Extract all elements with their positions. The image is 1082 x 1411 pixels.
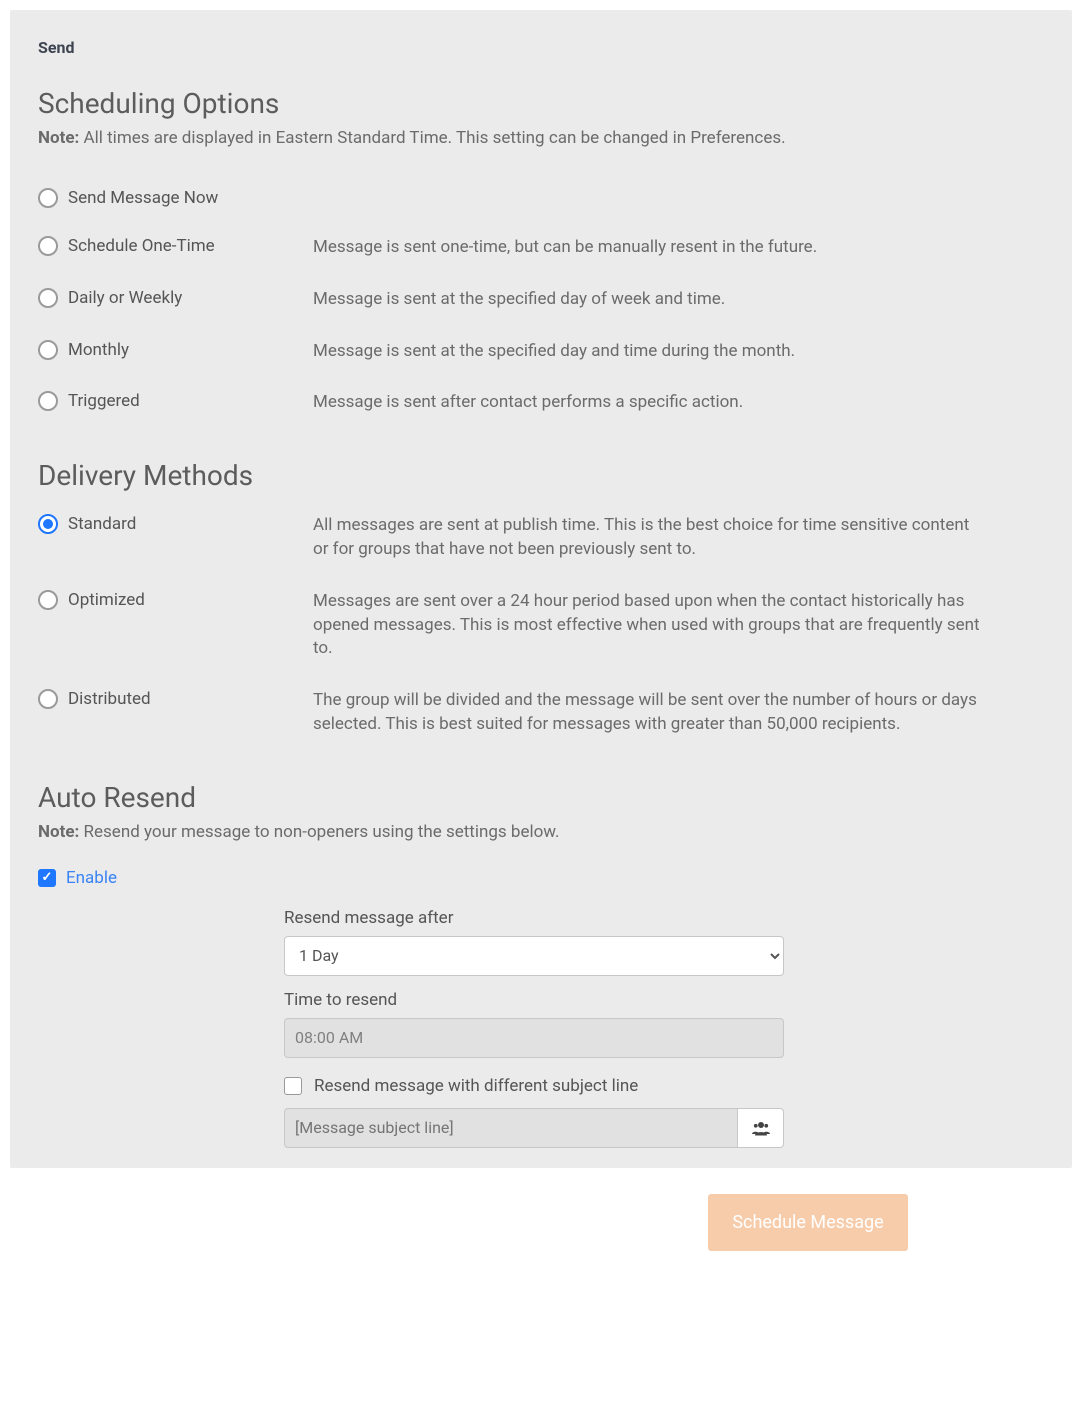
radio-label: Triggered bbox=[68, 391, 140, 411]
radio-label: Optimized bbox=[68, 590, 145, 610]
diff-subject-row: Resend message with different subject li… bbox=[284, 1076, 784, 1096]
time-to-resend-label: Time to resend bbox=[284, 990, 784, 1010]
radio-label: Daily or Weekly bbox=[68, 288, 182, 308]
option-distributed: Distributed The group will be divided an… bbox=[38, 675, 1044, 751]
option-desc: Messages are sent over a 24 hour period … bbox=[313, 590, 1044, 661]
enable-checkbox[interactable]: ✓ bbox=[38, 869, 56, 887]
option-triggered: Triggered Message is sent after contact … bbox=[38, 377, 1044, 429]
enable-label: Enable bbox=[66, 868, 117, 888]
send-panel: Send Scheduling Options Note: All times … bbox=[10, 10, 1072, 1168]
enable-row: ✓ Enable bbox=[38, 868, 1044, 888]
time-to-resend-input[interactable] bbox=[284, 1018, 784, 1058]
resend-after-label: Resend message after bbox=[284, 908, 784, 928]
option-daily: Daily or Weekly Message is sent at the s… bbox=[38, 274, 1044, 326]
delivery-heading: Delivery Methods bbox=[38, 459, 1044, 492]
radio-distributed[interactable] bbox=[38, 689, 58, 709]
radio-label: Schedule One-Time bbox=[68, 236, 215, 256]
radio-daily[interactable] bbox=[38, 288, 58, 308]
schedule-message-button[interactable]: Schedule Message bbox=[708, 1194, 908, 1251]
option-desc: Message is sent one-time, but can be man… bbox=[313, 236, 1044, 260]
note-text: All times are displayed in Eastern Stand… bbox=[79, 128, 785, 148]
auto-resend-heading: Auto Resend bbox=[38, 781, 1044, 814]
resend-after-select[interactable]: 1 Day bbox=[284, 936, 784, 976]
radio-label: Monthly bbox=[68, 340, 129, 360]
option-desc: Message is sent at the specified day of … bbox=[313, 288, 1044, 312]
note-prefix: Note: bbox=[38, 822, 79, 842]
radio-monthly[interactable] bbox=[38, 340, 58, 360]
radio-label: Distributed bbox=[68, 689, 151, 709]
auto-resend-note: Note: Resend your message to non-openers… bbox=[38, 822, 1044, 842]
subject-input[interactable] bbox=[284, 1108, 738, 1148]
radio-label: Standard bbox=[68, 514, 136, 534]
diff-subject-label: Resend message with different subject li… bbox=[314, 1076, 638, 1096]
footer: Schedule Message bbox=[0, 1178, 1082, 1259]
option-one-time: Schedule One-Time Message is sent one-ti… bbox=[38, 222, 1044, 274]
option-desc: Message is sent at the specified day and… bbox=[313, 340, 1044, 364]
personalize-button[interactable] bbox=[738, 1108, 784, 1148]
scheduling-heading: Scheduling Options bbox=[38, 87, 1044, 120]
note-prefix: Note: bbox=[38, 128, 79, 148]
section-label: Send bbox=[38, 38, 1044, 57]
option-optimized: Optimized Messages are sent over a 24 ho… bbox=[38, 576, 1044, 675]
note-text: Resend your message to non-openers using… bbox=[79, 822, 559, 842]
option-desc: The group will be divided and the messag… bbox=[313, 689, 1044, 737]
radio-triggered[interactable] bbox=[38, 391, 58, 411]
diff-subject-checkbox[interactable] bbox=[284, 1077, 302, 1095]
resend-block: Resend message after 1 Day Time to resen… bbox=[284, 908, 784, 1148]
scheduling-note: Note: All times are displayed in Eastern… bbox=[38, 128, 1044, 148]
option-desc: All messages are sent at publish time. T… bbox=[313, 514, 1044, 562]
people-icon bbox=[752, 1120, 770, 1136]
option-desc: Message is sent after contact performs a… bbox=[313, 391, 1044, 415]
radio-send-now[interactable] bbox=[38, 188, 58, 208]
radio-optimized[interactable] bbox=[38, 590, 58, 610]
radio-standard[interactable] bbox=[38, 514, 58, 534]
option-standard: Standard All messages are sent at publis… bbox=[38, 500, 1044, 576]
radio-one-time[interactable] bbox=[38, 236, 58, 256]
option-monthly: Monthly Message is sent at the specified… bbox=[38, 326, 1044, 378]
radio-label: Send Message Now bbox=[68, 188, 218, 208]
subject-row bbox=[284, 1108, 784, 1148]
option-send-now: Send Message Now bbox=[38, 174, 1044, 222]
